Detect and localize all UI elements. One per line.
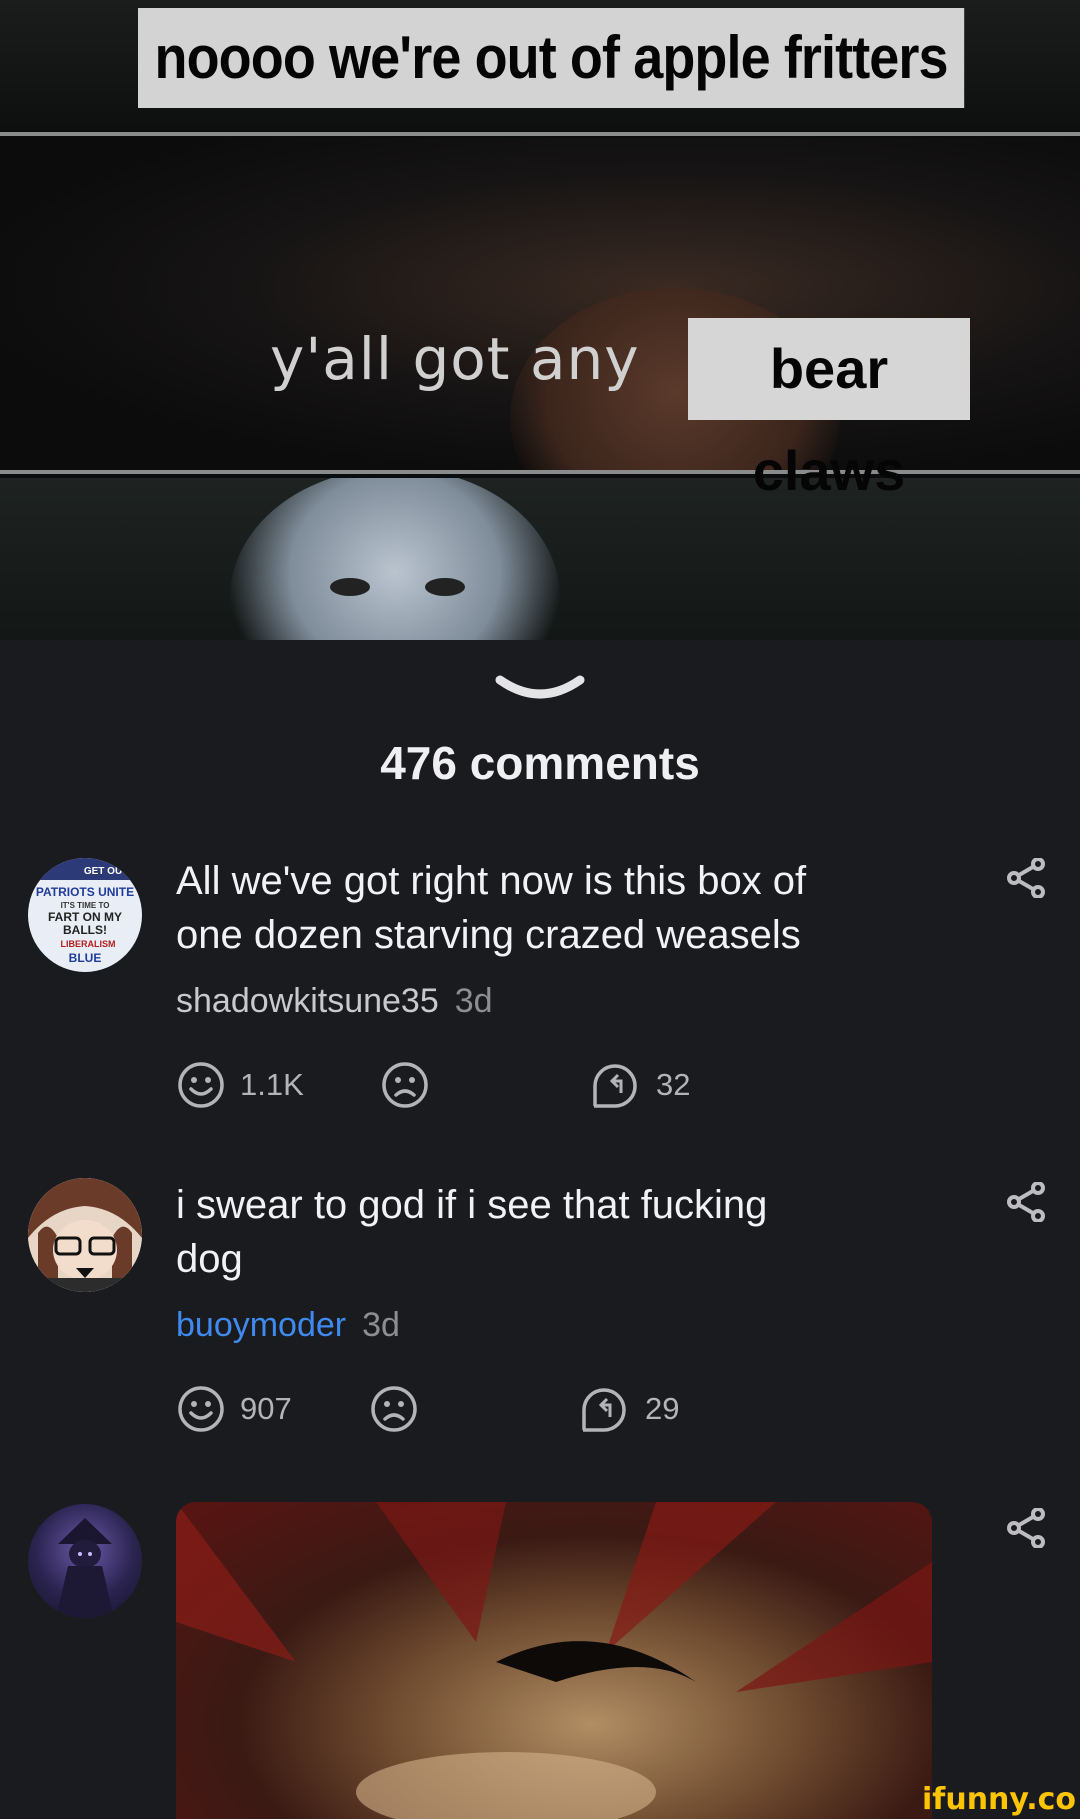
meme-caption-top: noooo we're out of apple fritters (138, 8, 965, 108)
like-button[interactable]: 1.1K (176, 1060, 304, 1110)
avatar[interactable] (28, 1504, 142, 1618)
comment-text: All we've got right now is this box of o… (176, 859, 807, 957)
svg-text:FART ON MY: FART ON MY (48, 910, 122, 924)
dislike-button[interactable] (380, 1060, 444, 1110)
comment-time: 3d (454, 982, 493, 1020)
reply-icon (593, 1064, 637, 1108)
avatar[interactable] (28, 1178, 142, 1292)
reply-icon (582, 1388, 626, 1432)
comment-meta: buoymoder 3d (176, 1306, 400, 1345)
comment-image[interactable] (176, 1502, 932, 1819)
comment-meta: shadowkitsune35 3d (176, 982, 493, 1021)
comments-count: 476 comments (380, 737, 700, 789)
comment-time: 3d (362, 1306, 400, 1344)
comment-username[interactable]: buoymoder (176, 1306, 346, 1344)
smile-icon (178, 1062, 224, 1108)
svg-text:BLUE: BLUE (69, 951, 102, 965)
frown-icon (382, 1062, 428, 1108)
bald-face (230, 478, 560, 640)
panel-divider (0, 132, 1080, 136)
svg-text:BALLS!: BALLS! (63, 923, 107, 937)
meme-image[interactable]: noooo we're out of apple fritters y'all … (0, 0, 1080, 640)
meme-caption-middle: y'all got any (270, 325, 640, 393)
svg-text:LIBERALISM: LIBERALISM (61, 939, 116, 949)
meme-panel-middle (0, 138, 1080, 470)
sign-avatar-image: GET OU PATRIOTS UNITE IT'S TIME TO FART … (28, 858, 142, 965)
frown-icon (371, 1386, 417, 1432)
watermark: ifunny.co (922, 1782, 1076, 1817)
dislike-button[interactable] (369, 1384, 433, 1434)
comment-image-art (176, 1502, 932, 1819)
svg-text:IT'S TIME TO: IT'S TIME TO (61, 901, 110, 910)
chevron-down-icon[interactable] (494, 672, 586, 704)
comment-username[interactable]: shadowkitsune35 (176, 982, 439, 1020)
share-icon[interactable] (1004, 1508, 1048, 1548)
like-count: 1.1K (240, 1067, 304, 1102)
reply-count: 29 (645, 1391, 680, 1426)
share-icon[interactable] (1004, 1182, 1048, 1222)
reply-button[interactable]: 32 (588, 1060, 690, 1110)
comment-text: i swear to god if i see that fucking dog (176, 1183, 768, 1281)
like-button[interactable]: 907 (176, 1384, 292, 1434)
like-count: 907 (240, 1391, 292, 1426)
reply-button[interactable]: 29 (577, 1384, 679, 1434)
avatar[interactable]: GET OU PATRIOTS UNITE IT'S TIME TO FART … (28, 858, 142, 972)
meme-caption-box: bear claws (688, 318, 970, 502)
svg-text:GET OU: GET OU (84, 866, 122, 877)
reply-count: 32 (656, 1067, 691, 1102)
smile-icon (178, 1386, 224, 1432)
meme-panel-bottom (0, 478, 1080, 640)
character-avatar-image (56, 1518, 114, 1618)
panel-divider (0, 470, 1080, 474)
svg-text:PATRIOTS UNITE: PATRIOTS UNITE (36, 885, 134, 899)
share-icon[interactable] (1004, 858, 1048, 898)
anime-avatar-image (28, 1178, 142, 1292)
